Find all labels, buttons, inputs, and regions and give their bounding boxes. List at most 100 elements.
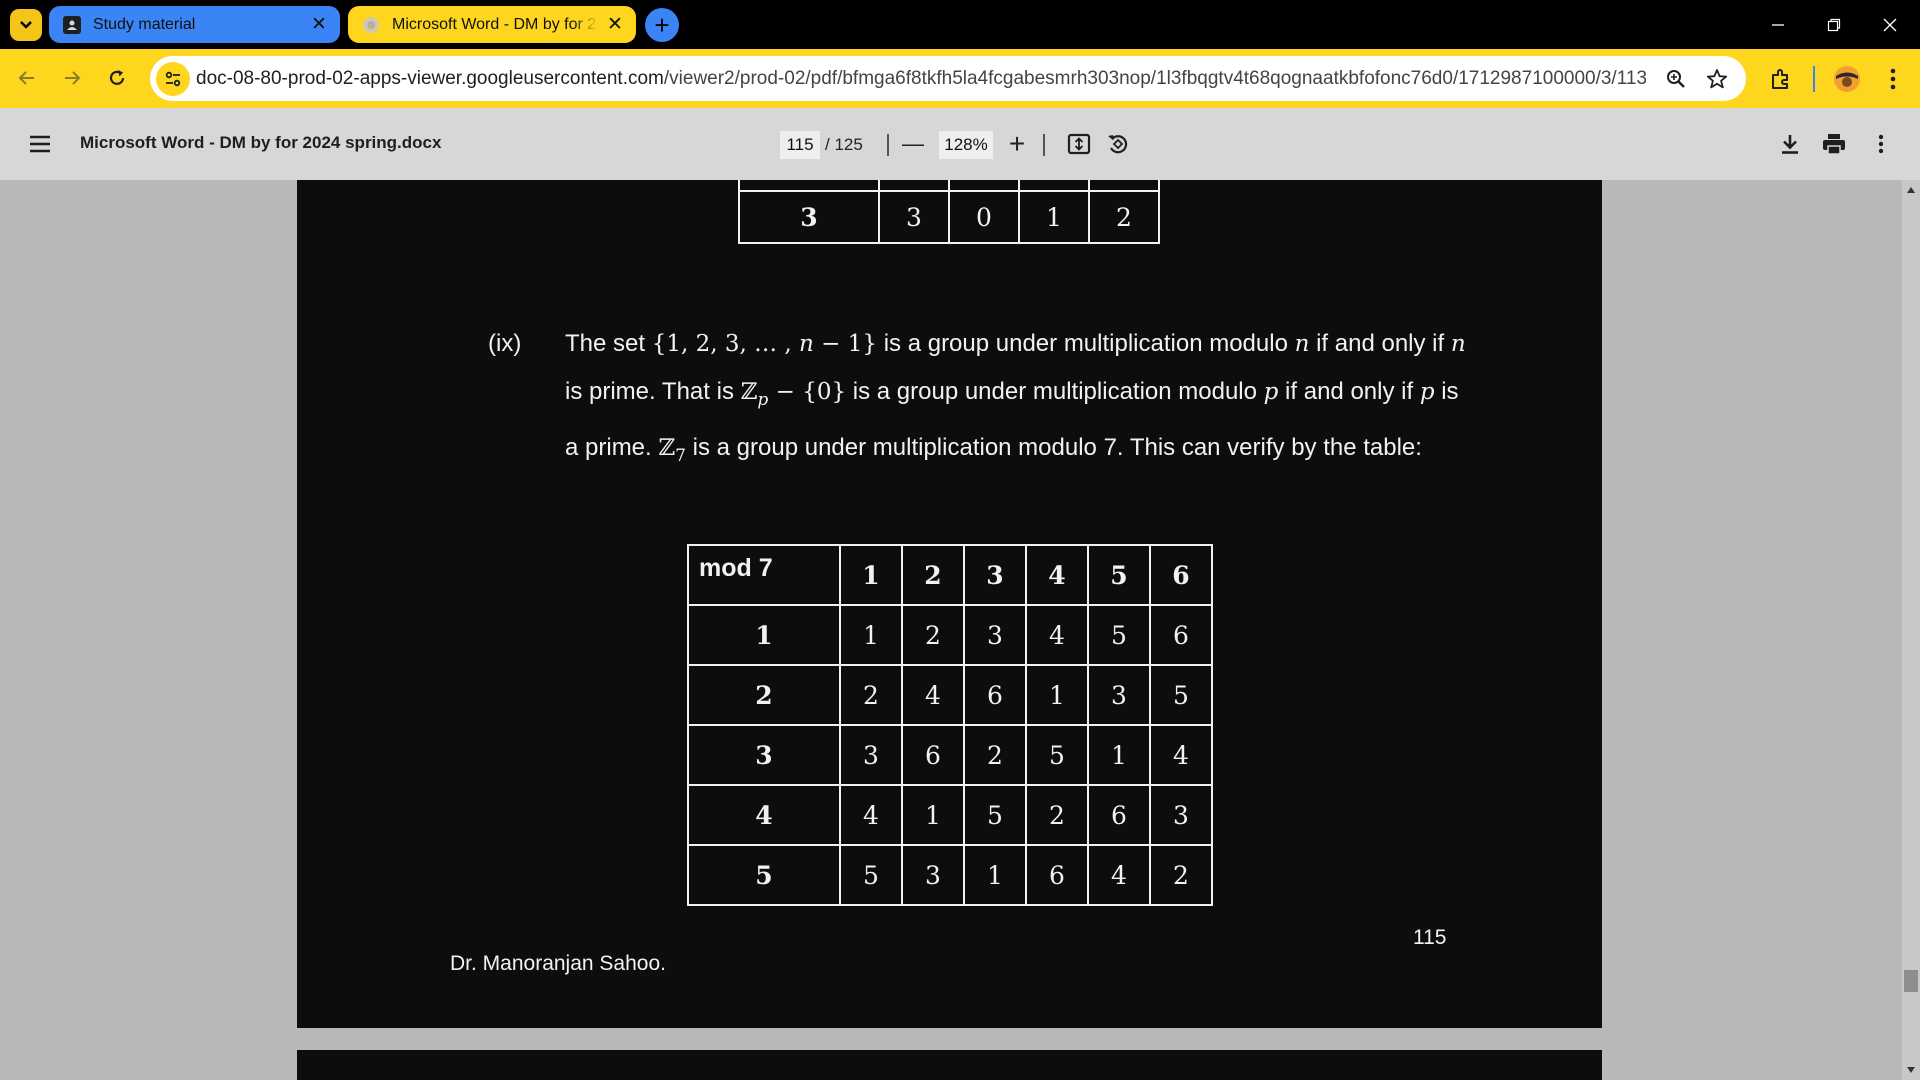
table-cell: 3	[1149, 784, 1213, 846]
table-cell: 6	[1087, 784, 1151, 846]
scroll-down-button[interactable]	[1905, 1064, 1917, 1076]
table-cell: 3	[1087, 664, 1151, 726]
triangle-down-icon	[1907, 1067, 1915, 1073]
zoom-indicator-button[interactable]	[1662, 65, 1690, 93]
table-header-row: mod 7 1 2 3 4 5 6	[687, 544, 1213, 606]
toolbar-divider	[1813, 66, 1815, 92]
bookmark-button[interactable]	[1703, 65, 1731, 93]
table-row: 3 3 6 2 5 1 4	[687, 724, 1213, 786]
site-settings-button[interactable]	[156, 62, 190, 96]
text-run: is a group under multiplication modulo	[846, 378, 1264, 405]
table-cell: 4	[1149, 724, 1213, 786]
new-tab-button[interactable]: +	[645, 8, 679, 42]
pdf-toolbar: Microsoft Word - DM by for 2024 spring.d…	[0, 108, 1920, 180]
reload-button[interactable]	[98, 59, 136, 97]
tab-study-material[interactable]: Study material ✕	[49, 6, 340, 43]
tab-title: Microsoft Word - DM by for 2024 spring.d…	[392, 15, 598, 33]
table-row: 2 2 4 6 1 3 5	[687, 664, 1213, 726]
minimize-button[interactable]	[1750, 0, 1806, 49]
extensions-button[interactable]	[1763, 61, 1799, 97]
row-header: 2	[687, 664, 841, 726]
table-cell: 2	[901, 604, 965, 666]
rotate-icon	[1108, 135, 1128, 154]
hamburger-menu-icon	[30, 135, 50, 153]
math-run: − {0}	[768, 379, 847, 405]
document-title: Microsoft Word - DM by for 2024 spring.d…	[80, 133, 442, 152]
tab-word-document[interactable]: Microsoft Word - DM by for 2024 spring.d…	[348, 6, 636, 43]
column-header: 2	[901, 544, 965, 606]
table-cell: 6	[901, 724, 965, 786]
url-path: /viewer2/prod-02/pdf/bfmga6f8tkfh5la4fcg…	[663, 68, 1646, 89]
close-tab-button[interactable]: ✕	[308, 14, 330, 36]
text-run: is	[1434, 378, 1459, 405]
more-options-button[interactable]	[1865, 128, 1897, 160]
table-cell: 5	[1149, 664, 1213, 726]
close-tab-button[interactable]: ✕	[604, 14, 626, 36]
row-header: 4	[687, 784, 841, 846]
column-header: 6	[1149, 544, 1213, 606]
table-cell: 5	[1025, 724, 1089, 786]
table-cell: 4	[1087, 844, 1151, 906]
tab-search-button[interactable]	[10, 9, 42, 41]
forward-button[interactable]	[53, 59, 91, 97]
table-cell: 6	[1025, 844, 1089, 906]
tab-title: Study material	[93, 15, 196, 33]
page-number-input[interactable]: 115	[780, 131, 820, 159]
back-button[interactable]	[8, 59, 46, 97]
column-header: 1	[839, 544, 903, 606]
back-icon	[18, 71, 34, 85]
pdf-page: 2 2 3 0 1 3 3 0 1 2 (ix) The set {1, 2, …	[297, 180, 1602, 1028]
fit-page-button[interactable]	[1063, 128, 1095, 160]
document-viewport[interactable]: 2 2 3 0 1 3 3 0 1 2 (ix) The set {1, 2, …	[0, 180, 1920, 1080]
tab-strip: Study material ✕ Microsoft Word - DM by …	[0, 0, 1920, 49]
address-bar[interactable]: doc-08-80-prod-02-apps-viewer.googleuser…	[150, 56, 1746, 101]
table-cell: 3	[948, 180, 1020, 192]
table-cell: 5	[839, 844, 903, 906]
zoom-in-button[interactable]: +	[1001, 128, 1033, 160]
text-run: if and only if	[1309, 330, 1451, 357]
bookmark-star-icon	[1706, 69, 1728, 89]
fit-page-icon	[1067, 133, 1091, 155]
next-pdf-page	[297, 1050, 1602, 1080]
table-cell: 3	[839, 724, 903, 786]
table-cell: 1	[1025, 664, 1089, 726]
text-run: is a group under multiplication modulo 7…	[686, 433, 1422, 461]
rotate-button[interactable]	[1102, 128, 1134, 160]
restore-button[interactable]	[1806, 0, 1862, 49]
zoom-level-input[interactable]: 128%	[939, 131, 993, 159]
kebab-menu-icon	[1878, 134, 1884, 154]
reload-icon	[109, 70, 125, 85]
table-cell: 2	[963, 724, 1027, 786]
table-row: 2 2 3 0 1	[738, 180, 1160, 192]
chrome-menu-button[interactable]	[1875, 61, 1911, 97]
profile-icon	[63, 15, 81, 34]
row-header: 3	[687, 724, 841, 786]
vertical-scrollbar[interactable]	[1902, 180, 1920, 1080]
table-row-header: 3	[738, 190, 880, 244]
chevron-down-icon	[20, 21, 32, 29]
scroll-up-button[interactable]	[1905, 184, 1917, 196]
zoom-out-button[interactable]: —	[897, 128, 929, 160]
table-cell: 2	[839, 664, 903, 726]
table-cell: 5	[1087, 604, 1151, 666]
addition-table-fragment: 2 2 3 0 1 3 3 0 1 2	[738, 180, 1160, 244]
print-button[interactable]	[1818, 128, 1850, 160]
table-cell: 4	[839, 784, 903, 846]
math-subscript: 7	[675, 445, 686, 466]
account-button[interactable]	[1829, 61, 1865, 97]
scrollbar-thumb[interactable]	[1904, 970, 1918, 992]
restore-icon	[1827, 18, 1841, 31]
sidebar-menu-button[interactable]	[22, 128, 58, 160]
text-run: if and only if	[1278, 378, 1420, 405]
page-total: / 125	[825, 135, 863, 154]
download-icon	[1782, 135, 1798, 154]
extensions-icon	[1772, 69, 1788, 89]
table-cell: 0	[1018, 180, 1090, 192]
table-cell: 1	[901, 784, 965, 846]
close-window-button[interactable]	[1862, 0, 1918, 49]
download-button[interactable]	[1774, 128, 1806, 160]
math-run: 𝑝	[1263, 379, 1279, 405]
url-text: doc-08-80-prod-02-apps-viewer.googleuser…	[196, 68, 1646, 90]
account-avatar-icon	[1834, 66, 1860, 92]
row-header: 5	[687, 844, 841, 906]
